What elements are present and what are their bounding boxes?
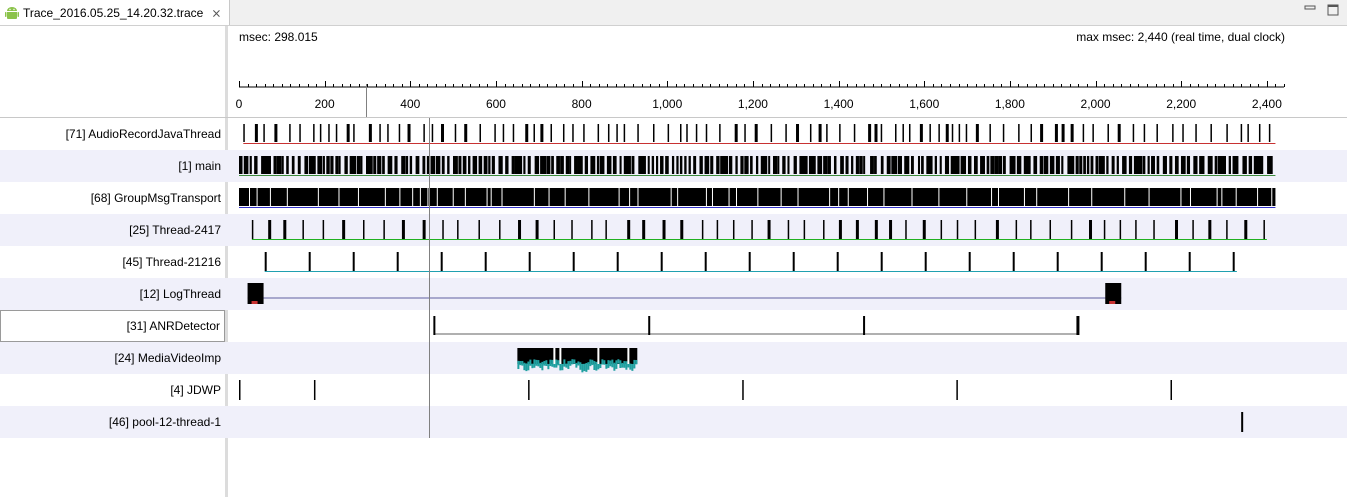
thread-label[interactable]: [25] Thread-2417 <box>0 214 225 246</box>
ruler-tick-label: 1,400 <box>824 97 854 111</box>
close-icon[interactable]: ⨯ <box>211 6 221 20</box>
msec-readout: msec: 298.015 <box>239 30 318 44</box>
ruler-tick-label: 2,400 <box>1252 97 1282 111</box>
thread-label[interactable]: [12] LogThread <box>0 278 225 310</box>
thread-label[interactable]: [46] pool-12-thread-1 <box>0 406 225 438</box>
thread-row[interactable]: [31] ANRDetector <box>0 310 1347 342</box>
thread-row[interactable]: [24] MediaVideoImp <box>0 342 1347 374</box>
thread-row[interactable]: [1] main <box>0 150 1347 182</box>
time-ruler[interactable]: 0 200 400 600 800 1,000 1,200 1,400 1,600 1,800 2,… <box>0 60 1347 117</box>
thread-label[interactable]: [68] GroupMsgTransport <box>0 182 225 214</box>
thread-label[interactable]: [1] main <box>0 150 225 182</box>
ruler-tick-label: 1,800 <box>995 97 1025 111</box>
trace-tab[interactable]: Trace_2016.05.25_14.20.32.trace ⨯ <box>0 0 230 25</box>
thread-row[interactable]: [12] LogThread <box>0 278 1347 310</box>
ruler-tick-label: 0 <box>236 97 243 111</box>
thread-label[interactable]: [24] MediaVideoImp <box>0 342 225 374</box>
ruler-tick-label: 200 <box>315 97 335 111</box>
thread-label[interactable]: [4] JDWP <box>0 374 225 406</box>
ruler-tick-label: 1,600 <box>909 97 939 111</box>
ruler-tick-label: 600 <box>486 97 506 111</box>
max-msec-readout: max msec: 2,440 (real time, dual clock) <box>1076 30 1285 44</box>
time-cursor <box>429 118 430 438</box>
thread-label[interactable]: [31] ANRDetector <box>0 310 225 342</box>
ruler-tick-label: 800 <box>572 97 592 111</box>
thread-label[interactable]: [45] Thread-21216 <box>0 246 225 278</box>
thread-row[interactable]: [71] AudioRecordJavaThread <box>0 118 1347 150</box>
thread-label[interactable]: [71] AudioRecordJavaThread <box>0 118 225 150</box>
thread-row[interactable]: [68] GroupMsgTransport <box>0 182 1347 214</box>
ruler-tick-label: 1,200 <box>738 97 768 111</box>
tab-title: Trace_2016.05.25_14.20.32.trace <box>23 5 204 20</box>
android-icon <box>5 6 19 19</box>
thread-row[interactable]: [25] Thread-2417 <box>0 214 1347 246</box>
thread-row[interactable]: [46] pool-12-thread-1 <box>0 406 1347 438</box>
ruler-tick-label: 1,000 <box>652 97 682 111</box>
ruler-tick-label: 2,200 <box>1166 97 1196 111</box>
tab-bar: Trace_2016.05.25_14.20.32.trace ⨯ <box>0 0 1347 26</box>
minimize-icon[interactable] <box>1304 4 1316 16</box>
ruler-tick-label: 400 <box>400 97 420 111</box>
thread-row[interactable]: [4] JDWP <box>0 374 1347 406</box>
ruler-tick-label: 2,000 <box>1081 97 1111 111</box>
maximize-icon[interactable] <box>1327 4 1339 16</box>
thread-row[interactable]: [45] Thread-21216 <box>0 246 1347 278</box>
